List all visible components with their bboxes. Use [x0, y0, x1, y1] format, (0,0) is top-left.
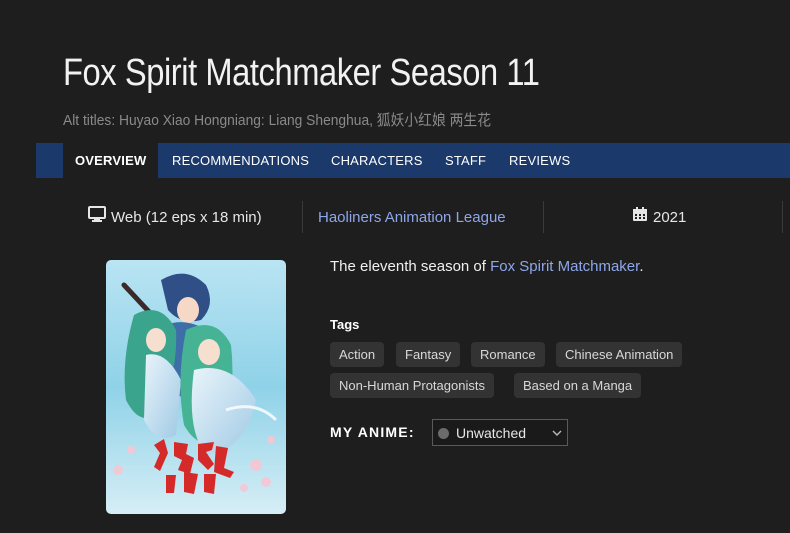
tag-non-human-protagonists[interactable]: Non-Human Protagonists: [330, 373, 494, 398]
tab-reviews[interactable]: REVIEWS: [509, 143, 570, 178]
alt-titles: Alt titles: Huyao Xiao Hongniang: Liang …: [63, 112, 492, 129]
format-info: Web (12 eps x 18 min): [88, 205, 262, 231]
tag-action[interactable]: Action: [330, 342, 385, 367]
meta-divider: [302, 201, 303, 233]
tab-bar: OVERVIEW RECOMMENDATIONS CHARACTERS STAF…: [36, 143, 790, 178]
tab-characters[interactable]: CHARACTERS: [331, 143, 423, 178]
cover-image: [106, 260, 286, 514]
watch-status-value: Unwatched: [456, 425, 527, 441]
tag-fantasy[interactable]: Fantasy: [396, 342, 461, 367]
tab-overview[interactable]: OVERVIEW: [63, 143, 159, 178]
page-title: Fox Spirit Matchmaker Season 11: [63, 52, 540, 94]
year-info: 2021: [632, 205, 686, 231]
status-dot-icon: [438, 428, 449, 439]
meta-divider: [782, 201, 783, 233]
chevron-down-icon: [552, 426, 562, 444]
my-anime-label: MY ANIME:: [330, 424, 415, 440]
monitor-icon: [88, 205, 106, 231]
meta-divider: [543, 201, 544, 233]
tab-staff[interactable]: STAFF: [445, 143, 486, 178]
tag-chinese-animation[interactable]: Chinese Animation: [556, 342, 683, 367]
tab-recommendations[interactable]: RECOMMENDATIONS: [172, 143, 309, 178]
calendar-icon: [632, 205, 648, 231]
description: The eleventh season of Fox Spirit Matchm…: [330, 258, 644, 275]
watch-status-select[interactable]: Unwatched: [432, 419, 568, 446]
tag-based-on-a-manga[interactable]: Based on a Manga: [514, 373, 642, 398]
format-text: Web (12 eps x 18 min): [111, 209, 262, 226]
year-text: 2021: [653, 209, 687, 226]
studio-link[interactable]: Haoliners Animation League: [318, 209, 506, 226]
tag-romance[interactable]: Romance: [471, 342, 545, 367]
series-link[interactable]: Fox Spirit Matchmaker: [490, 258, 639, 275]
tags-heading: Tags: [330, 317, 360, 332]
studio-info: Haoliners Animation League: [318, 205, 506, 231]
